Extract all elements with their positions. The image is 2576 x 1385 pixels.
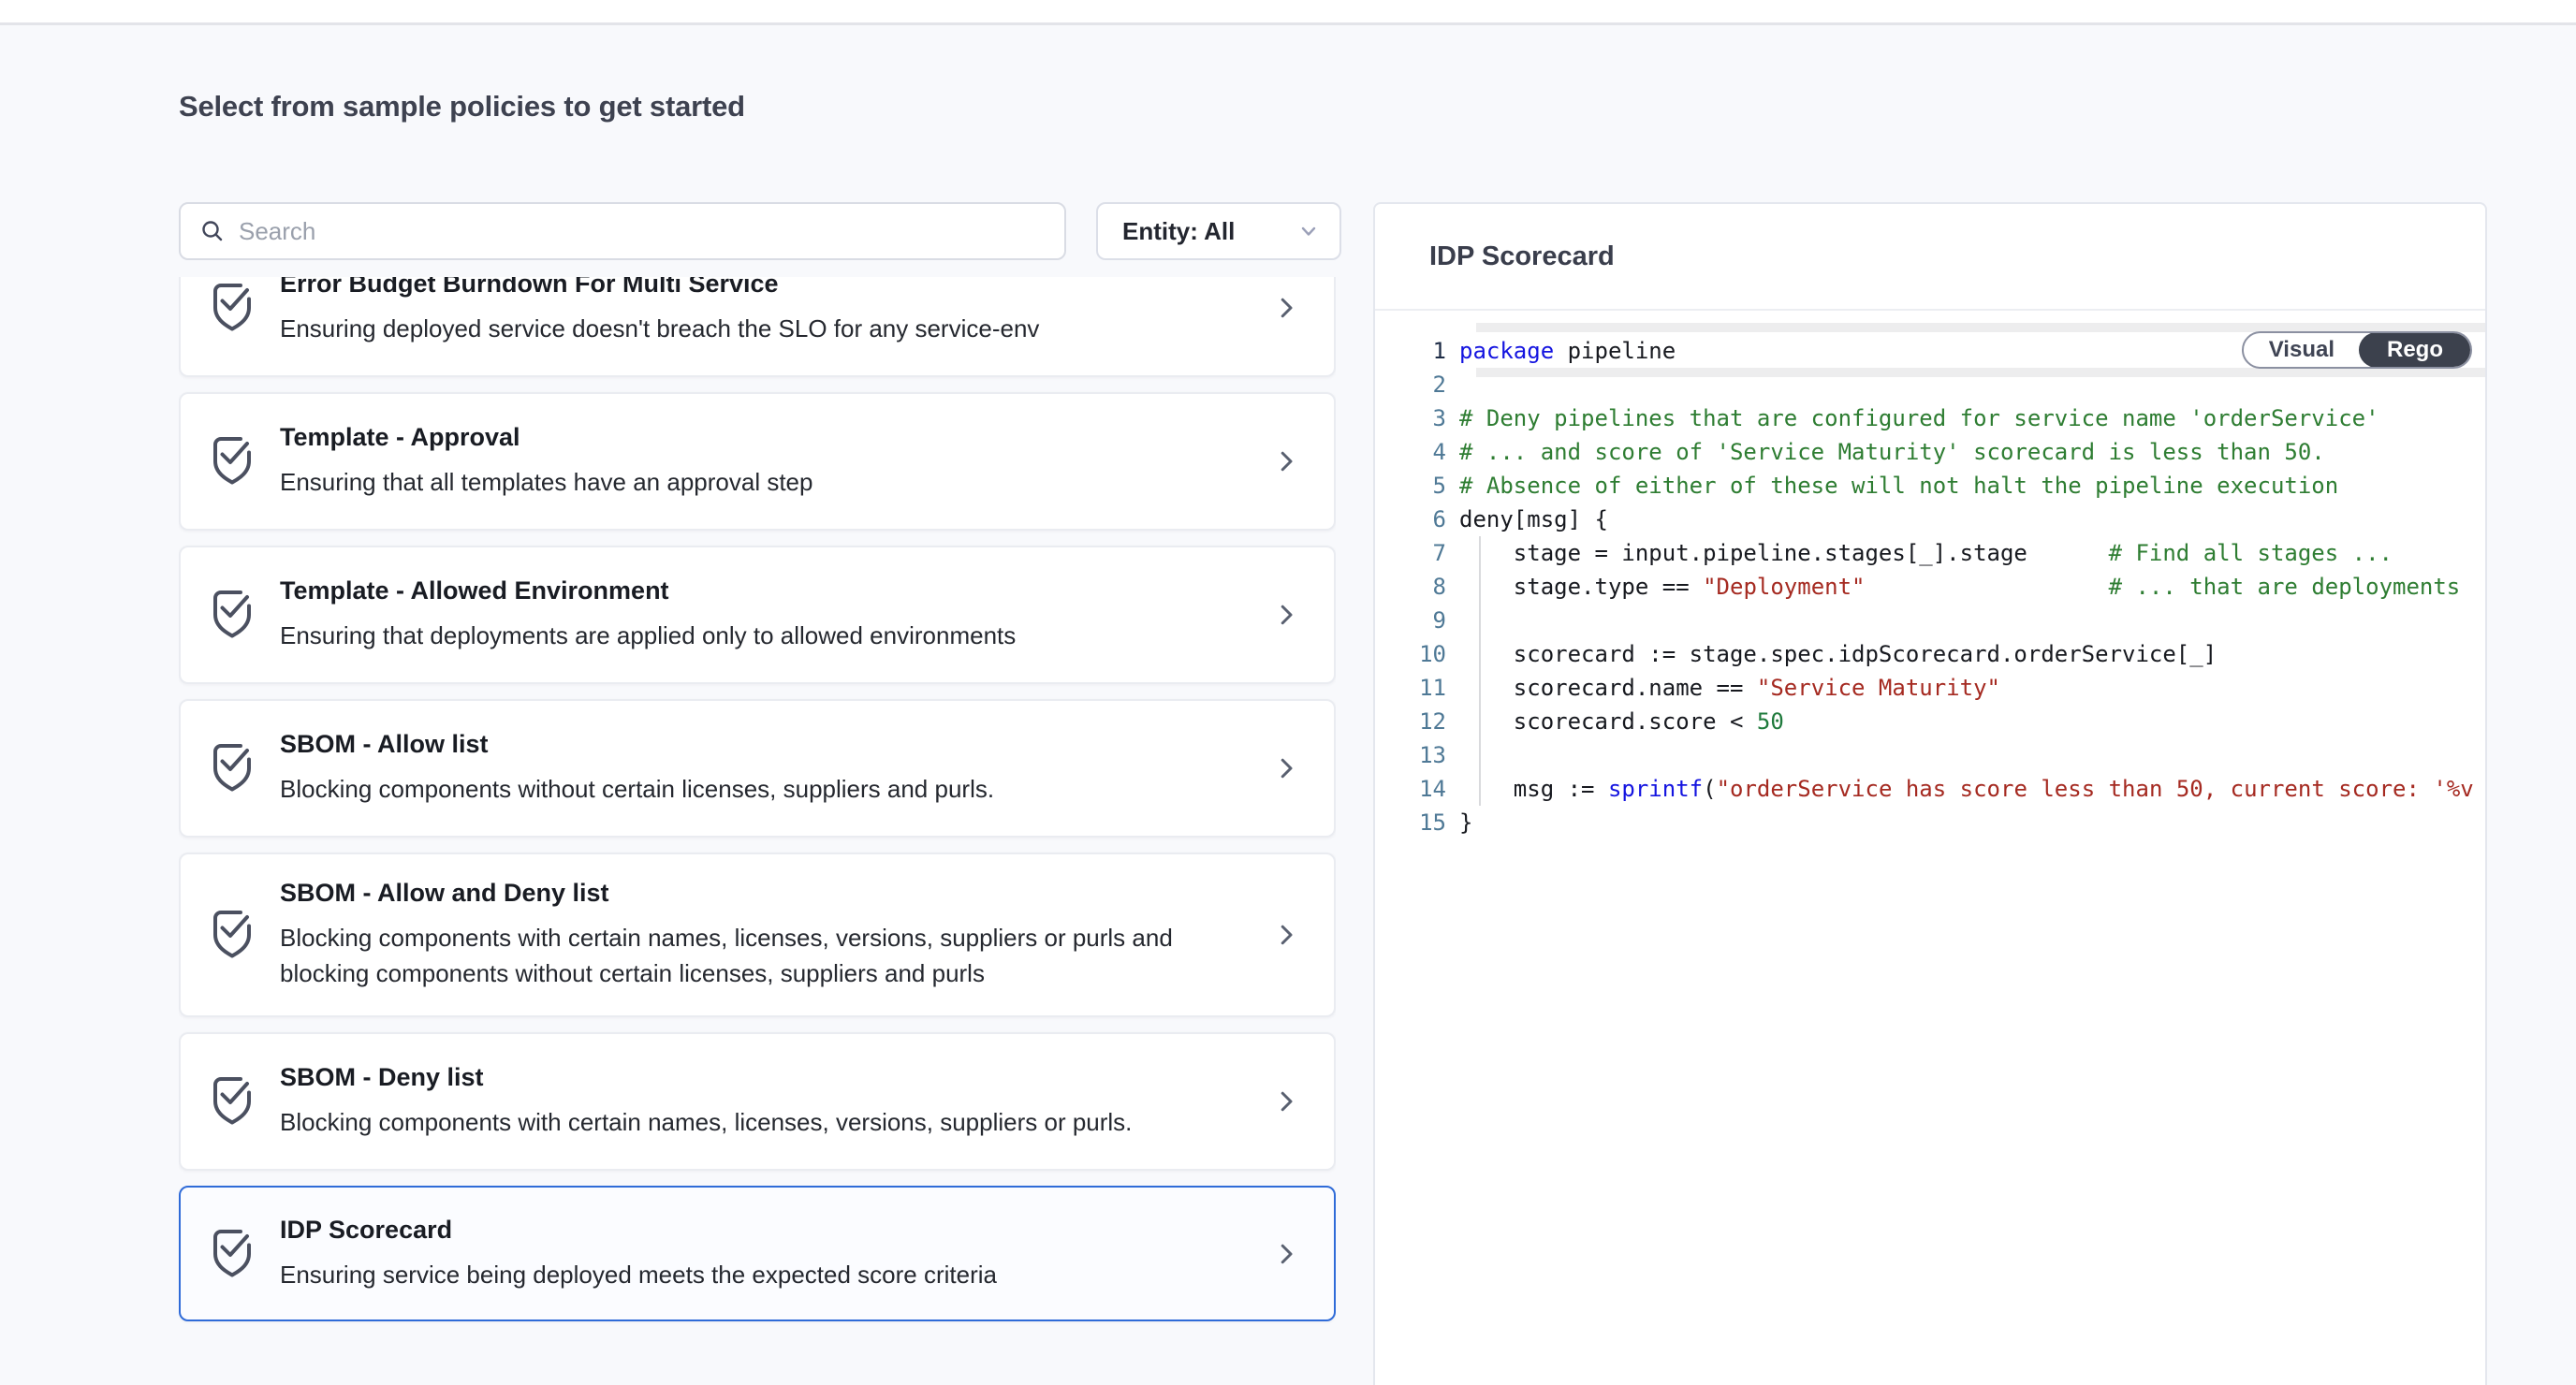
code-text: scorecard.score < 50 [1459,705,2485,738]
rego-toggle-button[interactable]: Rego [2359,332,2471,368]
indent-guide [1479,536,1481,806]
code-line: 3# Deny pipelines that are configured fo… [1375,401,2485,435]
policy-title: Template - Allowed Environment [280,576,1272,605]
line-number: 12 [1375,705,1459,738]
top-bar-remnant [0,0,2576,22]
policy-description: Ensuring that all templates have an appr… [280,464,1230,500]
code-text: } [1459,806,2485,839]
code-text [1459,368,2485,401]
page-title: Select from sample policies to get start… [179,90,745,124]
line-number: 13 [1375,738,1459,772]
shield-check-icon [210,434,280,488]
chevron-right-icon [1272,294,1300,322]
policy-title: IDP Scorecard [280,1216,1272,1245]
line-number: 2 [1375,368,1459,401]
code-text: # Absence of either of these will not ha… [1459,469,2485,503]
entity-filter-dropdown[interactable]: Entity: All [1096,202,1341,260]
policy-card[interactable]: SBOM - Allow and Deny list Blocking compo… [179,853,1336,1017]
code-line: 6deny[msg] { [1375,503,2485,536]
policy-description: Blocking components with certain names, … [280,1104,1230,1140]
code-lines: 1package pipeline23# Deny pipelines that… [1375,334,2485,839]
code-text: scorecard.name == "Service Maturity" [1459,671,2485,705]
code-line: 13 [1375,738,2485,772]
policy-description: Ensuring service being deployed meets th… [280,1257,1230,1292]
code-text: stage.type == "Deployment" # ... that ar… [1459,570,2485,604]
line-number: 10 [1375,637,1459,671]
line-number: 3 [1375,401,1459,435]
policy-card[interactable]: Error Budget Burndown For Multi Service E… [179,277,1336,377]
search-input[interactable] [239,217,1046,246]
policy-card[interactable]: Template - Approval Ensuring that all tem… [179,392,1336,531]
search-box[interactable] [179,202,1066,260]
policy-title: SBOM - Deny list [280,1063,1272,1092]
code-text: # ... and score of 'Service Maturity' sc… [1459,435,2485,469]
preview-header: IDP Scorecard [1375,204,2485,311]
line-number: 8 [1375,570,1459,604]
line-number: 14 [1375,772,1459,806]
top-divider [0,22,2576,25]
code-line: 15} [1375,806,2485,839]
policy-preview-panel: IDP Scorecard 1package pipeline23# Deny … [1373,202,2487,1385]
code-text [1459,604,2485,637]
code-line: 8 stage.type == "Deployment" # ... that … [1375,570,2485,604]
shield-check-icon [210,281,280,335]
code-text [1459,738,2485,772]
policy-card[interactable]: SBOM - Deny list Blocking components with… [179,1032,1336,1171]
code-text: deny[msg] { [1459,503,2485,536]
policy-title: SBOM - Allow list [280,730,1272,759]
chevron-down-icon [1296,219,1321,243]
line-number: 6 [1375,503,1459,536]
code-line: 2 [1375,368,2485,401]
line-number: 11 [1375,671,1459,705]
line-number: 7 [1375,536,1459,570]
code-text: msg := sprintf("orderService has score l… [1459,772,2485,806]
visual-toggle-button[interactable]: Visual [2244,333,2360,367]
chevron-right-icon [1272,754,1300,782]
policy-list: Error Budget Burndown For Multi Service E… [179,277,1336,1385]
shield-check-icon [210,1074,280,1129]
policy-card[interactable]: IDP Scorecard Ensuring service being depl… [179,1186,1336,1321]
code-line: 9 [1375,604,2485,637]
code-text: stage = input.pipeline.stages[_].stage #… [1459,536,2485,570]
code-line: 14 msg := sprintf("orderService has scor… [1375,772,2485,806]
policy-card[interactable]: SBOM - Allow list Blocking components wit… [179,699,1336,838]
code-text: # Deny pipelines that are configured for… [1459,401,2485,435]
entity-filter-label: Entity: All [1122,217,1235,246]
chevron-right-icon [1272,921,1300,949]
policy-title: SBOM - Allow and Deny list [280,879,1272,908]
line-number: 1 [1375,334,1459,368]
policy-description: Blocking components with certain names, … [280,920,1230,991]
code-line: 12 scorecard.score < 50 [1375,705,2485,738]
line-number: 15 [1375,806,1459,839]
chevron-right-icon [1272,1240,1300,1268]
editor-mode-toggle: Visual Rego [2242,331,2472,369]
code-line: 5# Absence of either of these will not h… [1375,469,2485,503]
policy-description: Blocking components without certain lice… [280,771,1230,807]
line-number: 4 [1375,435,1459,469]
shield-check-icon [210,741,280,795]
chevron-right-icon [1272,601,1300,629]
preview-title: IDP Scorecard [1429,241,1615,272]
code-line: 4# ... and score of 'Service Maturity' s… [1375,435,2485,469]
line-number: 9 [1375,604,1459,637]
code-line: 10 scorecard := stage.spec.idpScorecard.… [1375,637,2485,671]
policy-title: Error Budget Burndown For Multi Service [280,277,1272,299]
search-icon [199,218,226,244]
policy-card[interactable]: Template - Allowed Environment Ensuring t… [179,546,1336,684]
shield-check-icon [210,908,280,962]
code-line: 7 stage = input.pipeline.stages[_].stage… [1375,536,2485,570]
policy-description: Ensuring deployed service doesn't breach… [280,311,1230,346]
line-number: 5 [1375,469,1459,503]
chevron-right-icon [1272,447,1300,475]
code-line: 11 scorecard.name == "Service Maturity" [1375,671,2485,705]
policy-title: Template - Approval [280,423,1272,452]
shield-check-icon [210,1227,280,1281]
chevron-right-icon [1272,1087,1300,1115]
code-editor[interactable]: 1package pipeline23# Deny pipelines that… [1375,313,2485,1385]
code-text: scorecard := stage.spec.idpScorecard.ord… [1459,637,2485,671]
policy-description: Ensuring that deployments are applied on… [280,618,1230,653]
shield-check-icon [210,588,280,642]
